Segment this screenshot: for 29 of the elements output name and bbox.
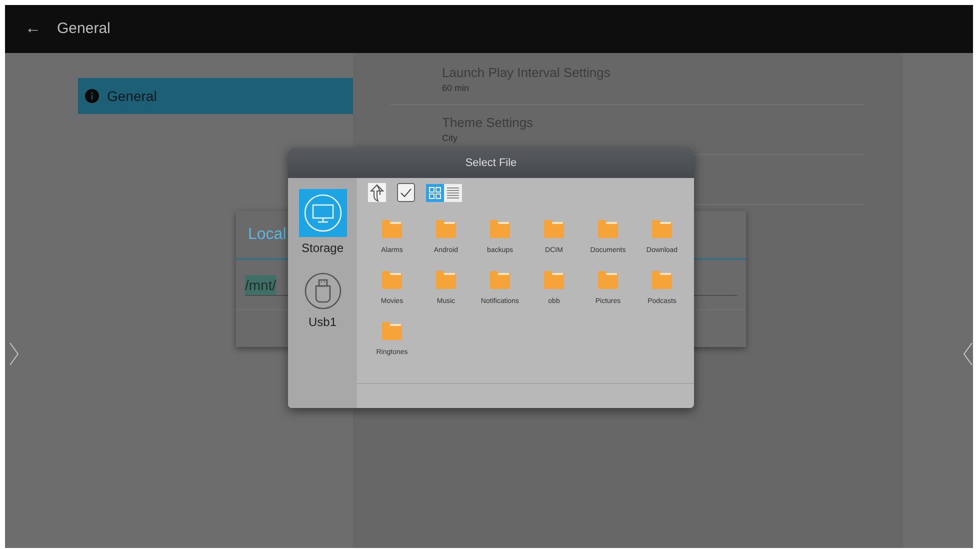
info-icon — [85, 89, 99, 103]
monitor-icon[interactable] — [298, 189, 346, 237]
chevron-right-icon[interactable] — [9, 342, 19, 366]
dialog-title: Local — [248, 224, 286, 244]
folder-icon[interactable] — [597, 219, 619, 239]
device-label[interactable]: Storage — [301, 239, 344, 257]
dialog-title: Select File — [465, 156, 517, 171]
folder-icon[interactable] — [489, 219, 511, 239]
back-button[interactable]: ← — [25, 17, 41, 41]
folder-icon[interactable] — [435, 219, 457, 239]
chevron-left-icon[interactable] — [963, 342, 973, 366]
folder-icon[interactable] — [435, 270, 457, 290]
folder-icon[interactable] — [543, 219, 565, 239]
setting-value: City — [442, 132, 458, 144]
grid-view-icon[interactable] — [426, 184, 444, 202]
folder-icon[interactable] — [597, 270, 619, 290]
list-view-icon[interactable] — [444, 184, 462, 202]
folder-icon[interactable] — [381, 321, 403, 341]
folder-icon[interactable] — [543, 270, 565, 290]
device-label[interactable]: Usb1 — [308, 313, 336, 331]
folder-icon[interactable] — [651, 219, 673, 239]
folder-icon[interactable] — [651, 270, 673, 290]
folder-icon[interactable] — [489, 270, 511, 290]
up-arrow-icon[interactable] — [368, 183, 386, 202]
checkbox-icon[interactable] — [397, 183, 415, 202]
folder-icon[interactable] — [381, 270, 403, 290]
folder-icon[interactable] — [381, 219, 403, 239]
page-title: General — [57, 18, 110, 39]
setting-value: 60 min — [442, 82, 470, 94]
